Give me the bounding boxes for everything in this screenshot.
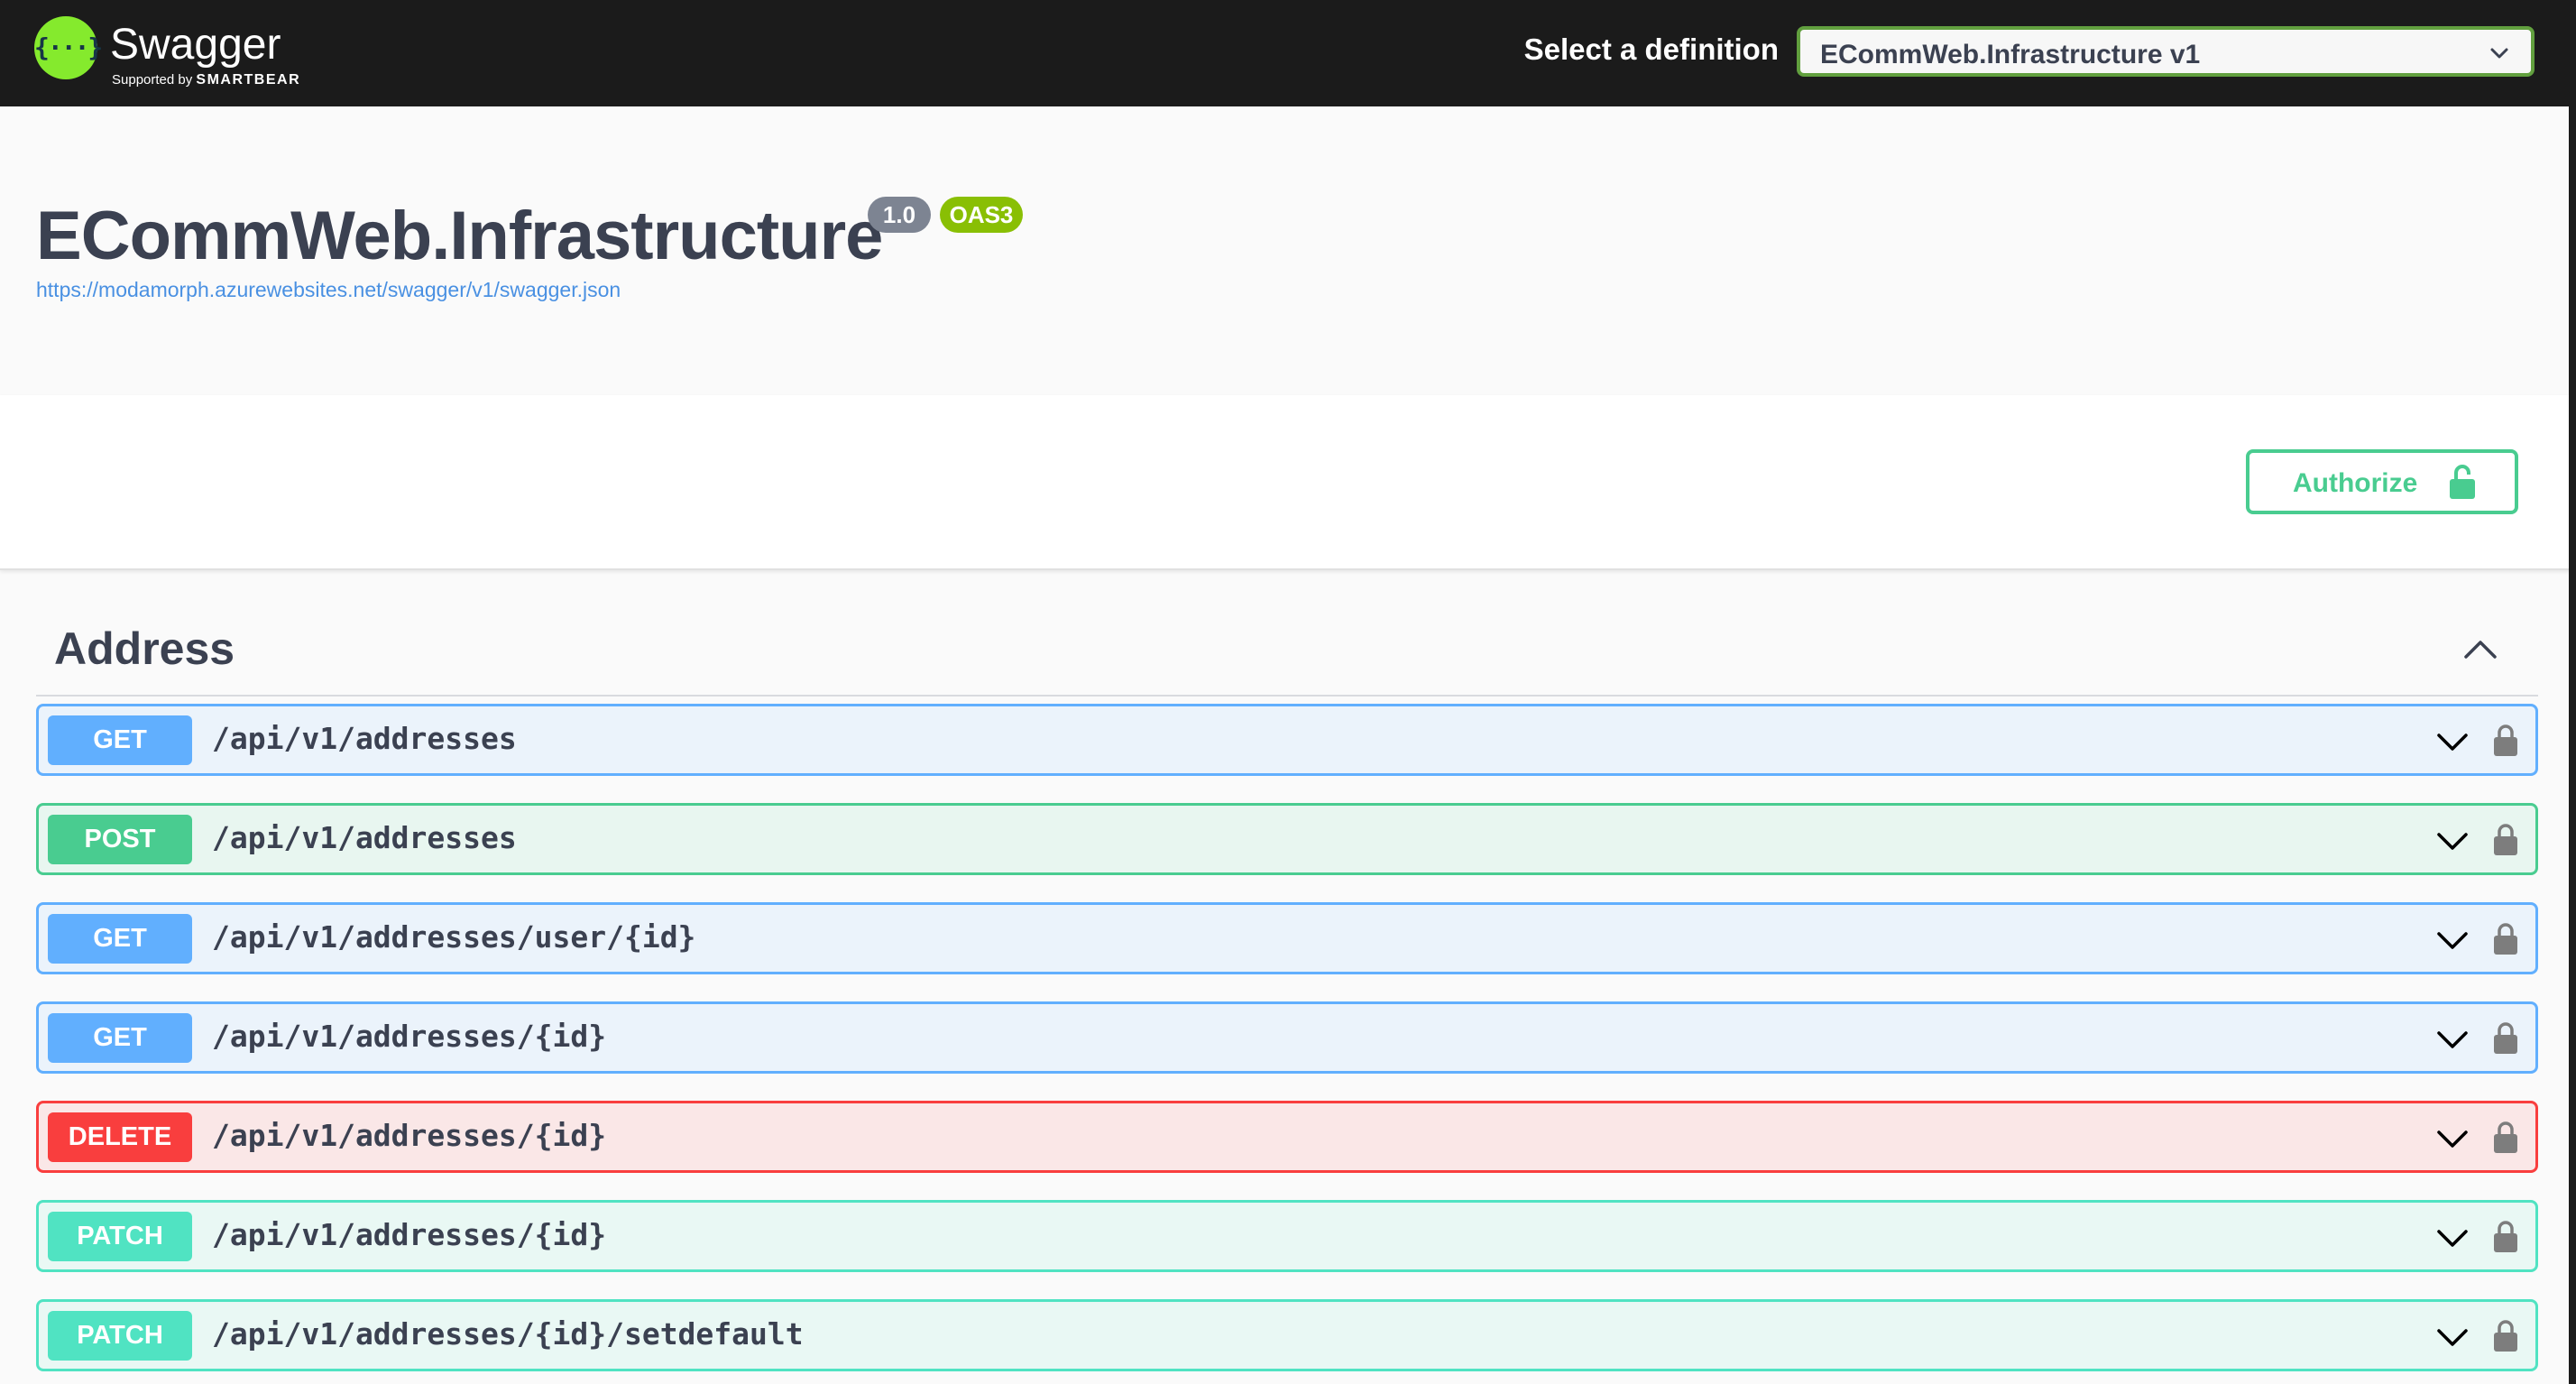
chevron-down-icon[interactable] xyxy=(2436,1028,2469,1051)
oas-badge: OAS3 xyxy=(940,197,1023,233)
operation-path: /api/v1/addresses/{id} xyxy=(212,1118,607,1153)
chevron-up-icon[interactable] xyxy=(2462,637,2498,662)
chevron-down-icon[interactable] xyxy=(2436,1325,2469,1349)
lock-icon[interactable] xyxy=(2492,1120,2519,1154)
method-badge: DELETE xyxy=(48,1112,192,1162)
authorize-label: Authorize xyxy=(2293,468,2418,498)
lock-icon[interactable] xyxy=(2492,822,2519,856)
tag-section-header[interactable]: Address xyxy=(36,610,2538,697)
chevron-down-icon[interactable] xyxy=(2436,928,2469,952)
lock-open-icon xyxy=(2450,465,2475,499)
top-bar: {···} Swagger Supported by SMARTBEAR Sel… xyxy=(0,0,2576,106)
operation-block[interactable]: POST /api/v1/addresses xyxy=(36,803,2538,875)
operation-block[interactable]: GET /api/v1/addresses/user/{id} xyxy=(36,902,2538,974)
api-title: ECommWeb.Infrastructure xyxy=(36,198,883,274)
spec-url-link[interactable]: https://modamorph.azurewebsites.net/swag… xyxy=(36,278,621,302)
lock-icon[interactable] xyxy=(2492,723,2519,757)
definition-select-value: ECommWeb.Infrastructure v1 xyxy=(1820,40,2201,69)
lock-icon[interactable] xyxy=(2492,1020,2519,1055)
operation-path: /api/v1/addresses xyxy=(212,820,517,855)
operation-path: /api/v1/addresses xyxy=(212,721,517,756)
chevron-down-icon[interactable] xyxy=(2436,829,2469,853)
method-badge: GET xyxy=(48,1013,192,1063)
operation-path: /api/v1/addresses/user/{id} xyxy=(212,919,696,955)
method-badge: GET xyxy=(48,715,192,765)
chevron-down-icon xyxy=(2490,48,2508,59)
operation-block[interactable]: PATCH /api/v1/addresses/{id} xyxy=(36,1200,2538,1272)
method-badge: PATCH xyxy=(48,1311,192,1361)
definition-label: Select a definition xyxy=(1523,32,1779,66)
logo-sub-brand: SMARTBEAR xyxy=(196,72,301,88)
swagger-logo-icon: {···} xyxy=(34,16,103,79)
method-badge: POST xyxy=(48,815,192,864)
tag-name: Address xyxy=(54,623,235,674)
definition-select[interactable]: ECommWeb.Infrastructure v1 xyxy=(1797,26,2535,77)
swagger-logo-name: Swagger xyxy=(110,21,281,69)
lock-icon[interactable] xyxy=(2492,1219,2519,1253)
swagger-logo-subtitle: Supported by SMARTBEAR xyxy=(112,72,300,88)
method-badge: GET xyxy=(48,914,192,964)
chevron-down-icon[interactable] xyxy=(2436,730,2469,753)
lock-icon[interactable] xyxy=(2492,1318,2519,1352)
operation-path: /api/v1/addresses/{id} xyxy=(212,1019,607,1054)
version-badge: 1.0 xyxy=(868,197,931,233)
operation-path: /api/v1/addresses/{id}/setdefault xyxy=(212,1316,804,1352)
authorize-button[interactable]: Authorize xyxy=(2246,449,2518,514)
chevron-down-icon[interactable] xyxy=(2436,1127,2469,1150)
api-info: ECommWeb.Infrastructure 1.0 OAS3 https:/… xyxy=(0,106,2576,395)
operation-block[interactable]: GET /api/v1/addresses xyxy=(36,704,2538,776)
chevron-down-icon[interactable] xyxy=(2436,1226,2469,1250)
operation-path: /api/v1/addresses/{id} xyxy=(212,1217,607,1252)
scheme-container: Authorize xyxy=(0,395,2576,570)
logo-sub-prefix: Supported by xyxy=(112,72,193,88)
operation-block[interactable]: PATCH /api/v1/addresses/{id}/setdefault xyxy=(36,1299,2538,1371)
window-edge xyxy=(2569,0,2576,1384)
method-badge: PATCH xyxy=(48,1212,192,1261)
operation-block[interactable]: DELETE /api/v1/addresses/{id} xyxy=(36,1101,2538,1173)
operation-block[interactable]: GET /api/v1/addresses/{id} xyxy=(36,1001,2538,1074)
lock-icon[interactable] xyxy=(2492,921,2519,955)
